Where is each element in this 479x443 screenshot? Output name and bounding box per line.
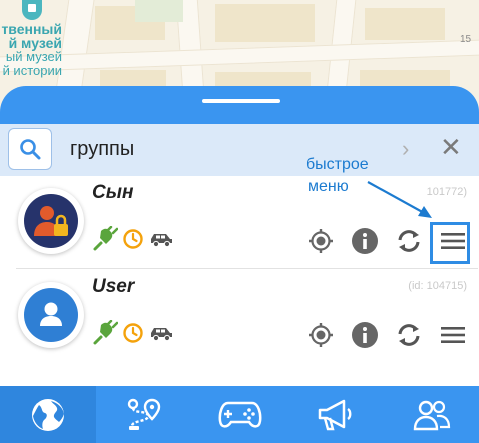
museum-label: твенный й музей ый музей й истории xyxy=(1,22,62,78)
nav-groups[interactable] xyxy=(384,386,479,443)
locate-button[interactable] xyxy=(306,320,336,350)
search-button[interactable] xyxy=(8,128,52,170)
status-icons xyxy=(92,320,174,346)
annotation-arrow-icon xyxy=(367,181,432,218)
divider xyxy=(16,268,478,269)
drag-handle[interactable] xyxy=(202,99,280,103)
car-icon xyxy=(151,328,172,342)
object-name: Сын xyxy=(92,182,134,203)
object-id: (id: 104715) xyxy=(408,280,467,292)
quick-menu-highlight xyxy=(430,222,470,264)
megaphone-icon xyxy=(318,399,352,430)
search-bar: группы › ✕ xyxy=(0,124,479,176)
chevron-right-icon[interactable]: › xyxy=(402,136,409,162)
users-group-icon xyxy=(413,400,450,430)
gamepad-icon xyxy=(218,401,262,428)
refresh-icon xyxy=(398,324,420,346)
nav-map[interactable] xyxy=(0,386,96,443)
quick-menu-button[interactable] xyxy=(438,320,468,350)
user-icon xyxy=(40,302,62,326)
map-house-number: 15 xyxy=(460,34,472,45)
plug-connected-icon xyxy=(93,320,118,345)
museum-pin-icon[interactable] xyxy=(22,0,42,20)
nav-routes[interactable] xyxy=(96,386,192,443)
target-icon xyxy=(309,323,333,347)
row-actions xyxy=(304,316,474,354)
locked-user-icon xyxy=(34,206,68,236)
plug-connected-icon xyxy=(93,226,118,251)
nav-games[interactable] xyxy=(192,386,288,443)
info-button[interactable] xyxy=(350,226,380,256)
refresh-button[interactable] xyxy=(394,320,424,350)
bottom-navigation xyxy=(0,386,479,443)
avatar xyxy=(18,282,84,348)
avatar xyxy=(18,188,84,254)
car-icon xyxy=(151,234,172,248)
nav-announcements[interactable] xyxy=(288,386,384,443)
clock-icon xyxy=(123,229,143,249)
search-query[interactable]: группы xyxy=(70,138,134,161)
target-icon xyxy=(309,229,333,253)
close-icon[interactable]: ✕ xyxy=(440,134,462,160)
info-icon xyxy=(352,322,378,348)
hamburger-menu-icon xyxy=(441,327,465,343)
info-icon xyxy=(352,228,378,254)
refresh-icon xyxy=(398,230,420,252)
search-icon xyxy=(20,139,41,160)
info-button[interactable] xyxy=(350,320,380,350)
list-item[interactable]: User (id: 104715) xyxy=(0,270,479,360)
clock-icon xyxy=(123,323,143,343)
globe-icon xyxy=(32,398,64,431)
locate-button[interactable] xyxy=(306,226,336,256)
status-icons xyxy=(92,226,174,252)
object-name: User xyxy=(92,276,135,297)
refresh-button[interactable] xyxy=(394,226,424,256)
route-icon xyxy=(127,398,161,430)
